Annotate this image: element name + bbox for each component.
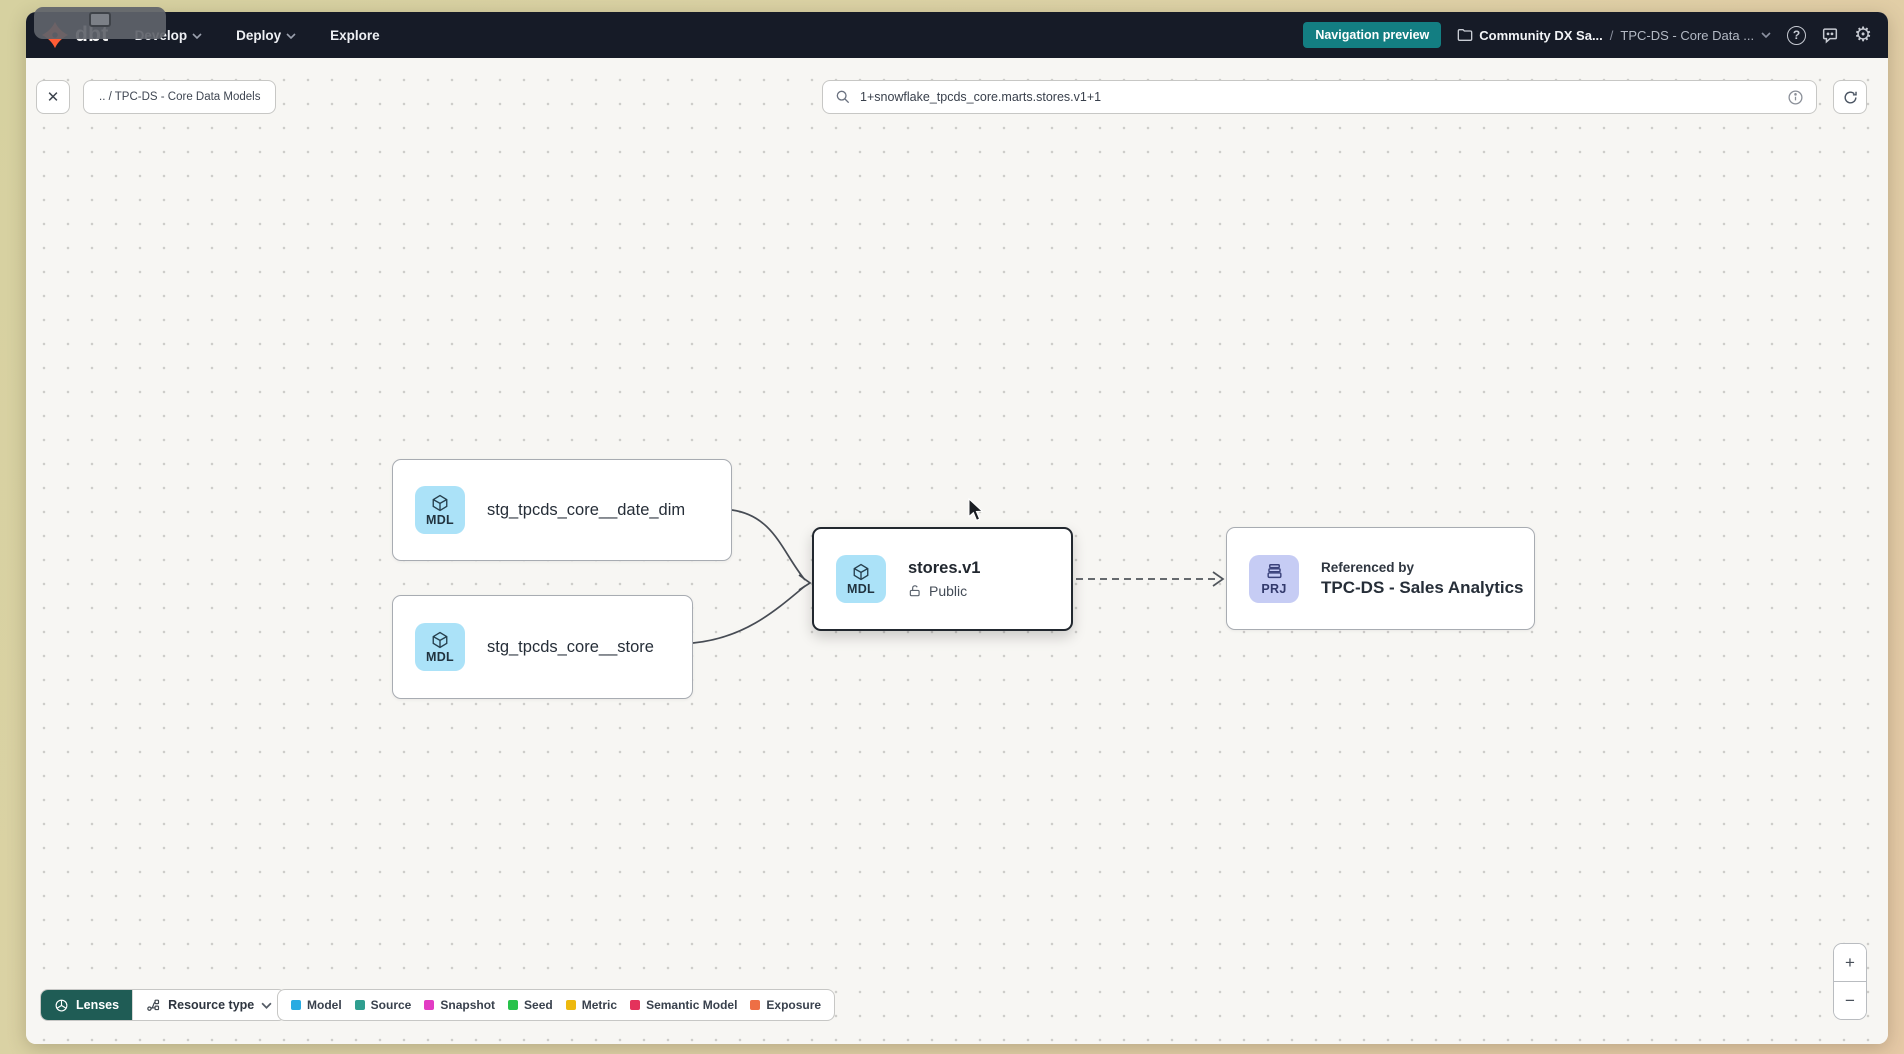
node-label: TPC-DS - Sales Analytics (1321, 578, 1524, 598)
legend-item-semantic-model: Semantic Model (630, 998, 737, 1012)
chevron-down-icon (261, 1002, 272, 1009)
info-icon[interactable] (1787, 89, 1804, 106)
legend-item-snapshot: Snapshot (424, 998, 495, 1012)
chevron-down-icon (192, 33, 202, 39)
resource-type-label: Resource type (168, 998, 254, 1012)
lineage-canvas[interactable]: ✕ .. / TPC-DS - Core Data Models MDL stg… (26, 58, 1888, 1044)
nav-item-label: Deploy (236, 28, 281, 43)
legend-label: Model (307, 998, 342, 1012)
legend-swatch (291, 1000, 301, 1010)
node-label: stg_tpcds_core__date_dim (487, 501, 685, 520)
search-icon (835, 89, 851, 105)
lens-aperture-icon (54, 998, 69, 1013)
breadcrumb-separator: / (1610, 28, 1614, 43)
legend-label: Snapshot (440, 998, 495, 1012)
legend-label: Exposure (766, 998, 821, 1012)
mouse-cursor (968, 498, 985, 522)
folder-icon (1457, 28, 1473, 42)
legend-swatch (508, 1000, 518, 1010)
monitor-icon (89, 12, 111, 27)
node-access: Public (908, 583, 980, 599)
model-node-date-dim[interactable]: MDL stg_tpcds_core__date_dim (392, 459, 732, 561)
breadcrumb: Community DX Sa... / TPC-DS - Core Data … (1457, 28, 1771, 43)
legend-label: Metric (582, 998, 617, 1012)
chevron-down-icon[interactable] (1761, 32, 1771, 38)
badge-label: PRJ (1261, 582, 1286, 596)
zoom-in-button[interactable]: + (1834, 944, 1866, 981)
project-node-sales-analytics[interactable]: PRJ Referenced by TPC-DS - Sales Analyti… (1226, 527, 1535, 630)
nav-right-cluster: Navigation preview Community DX Sa... / … (1303, 22, 1872, 48)
zoom-out-button[interactable]: − (1834, 981, 1866, 1019)
account-breadcrumb[interactable]: Community DX Sa... (1457, 28, 1603, 43)
zoom-controls: + − (1833, 943, 1867, 1020)
project-breadcrumb[interactable]: TPC-DS - Core Data ... (1620, 28, 1754, 43)
badge-label: MDL (426, 513, 454, 527)
graph-nodes-icon (146, 998, 161, 1013)
nav-menu: Develop Deploy Explore (135, 28, 380, 43)
resource-type-dropdown[interactable]: Resource type (132, 990, 285, 1020)
project-badge: PRJ (1249, 555, 1299, 603)
badge-label: MDL (426, 650, 454, 664)
close-button[interactable]: ✕ (36, 80, 70, 114)
legend-swatch (630, 1000, 640, 1010)
legend-label: Semantic Model (646, 998, 737, 1012)
model-badge: MDL (415, 623, 465, 671)
cube-icon (852, 563, 870, 581)
lenses-label: Lenses (76, 998, 119, 1012)
nav-item-deploy[interactable]: Deploy (236, 28, 296, 43)
cube-icon (431, 631, 449, 649)
cube-icon (431, 494, 449, 512)
legend-item-metric: Metric (566, 998, 617, 1012)
feedback-icon[interactable] (1820, 26, 1840, 45)
model-badge: MDL (415, 486, 465, 534)
help-icon[interactable]: ? (1787, 26, 1806, 45)
node-kicker: Referenced by (1321, 560, 1524, 575)
lenses-resource-group: Lenses Resource type (40, 989, 286, 1021)
navigation-preview-badge[interactable]: Navigation preview (1303, 22, 1441, 48)
legend-item-source: Source (355, 998, 412, 1012)
badge-label: MDL (847, 582, 875, 596)
legend-swatch (566, 1000, 576, 1010)
model-node-store[interactable]: MDL stg_tpcds_core__store (392, 595, 693, 699)
resource-legend: Model Source Snapshot Seed Metric Semant… (277, 989, 835, 1021)
legend-label: Source (371, 998, 412, 1012)
settings-gear-icon[interactable]: ⚙ (1854, 25, 1872, 45)
legend-swatch (424, 1000, 434, 1010)
account-name: Community DX Sa... (1479, 28, 1603, 43)
top-navbar: dbt Develop Deploy Explore Navigation pr… (26, 12, 1888, 58)
access-label: Public (929, 583, 967, 599)
legend-item-model: Model (291, 998, 342, 1012)
chevron-down-icon (286, 33, 296, 39)
model-node-stores-v1[interactable]: MDL stores.v1 Public (812, 527, 1073, 631)
node-text-block: stores.v1 Public (908, 559, 980, 599)
search-input[interactable] (860, 90, 1778, 104)
node-text-block: Referenced by TPC-DS - Sales Analytics (1321, 560, 1524, 598)
legend-swatch (355, 1000, 365, 1010)
nav-item-label: Explore (330, 28, 380, 43)
legend-label: Seed (524, 998, 553, 1012)
refresh-button[interactable] (1833, 80, 1867, 114)
unlock-icon (908, 584, 922, 598)
app-window: dbt Develop Deploy Explore Navigation pr… (26, 12, 1888, 1044)
nav-item-explore[interactable]: Explore (330, 28, 380, 43)
lineage-search-bar (822, 80, 1817, 114)
node-label: stg_tpcds_core__store (487, 638, 654, 657)
legend-item-seed: Seed (508, 998, 553, 1012)
lenses-button[interactable]: Lenses (41, 990, 132, 1020)
model-badge: MDL (836, 555, 886, 603)
legend-item-exposure: Exposure (750, 998, 821, 1012)
node-label: stores.v1 (908, 559, 980, 578)
refresh-icon (1842, 89, 1859, 106)
lineage-breadcrumb-chip[interactable]: .. / TPC-DS - Core Data Models (83, 80, 276, 114)
nav-icon-cluster: ? ⚙ (1787, 25, 1872, 45)
inbox-stack-icon (1265, 562, 1284, 581)
screen-share-tab[interactable] (34, 7, 166, 39)
legend-swatch (750, 1000, 760, 1010)
